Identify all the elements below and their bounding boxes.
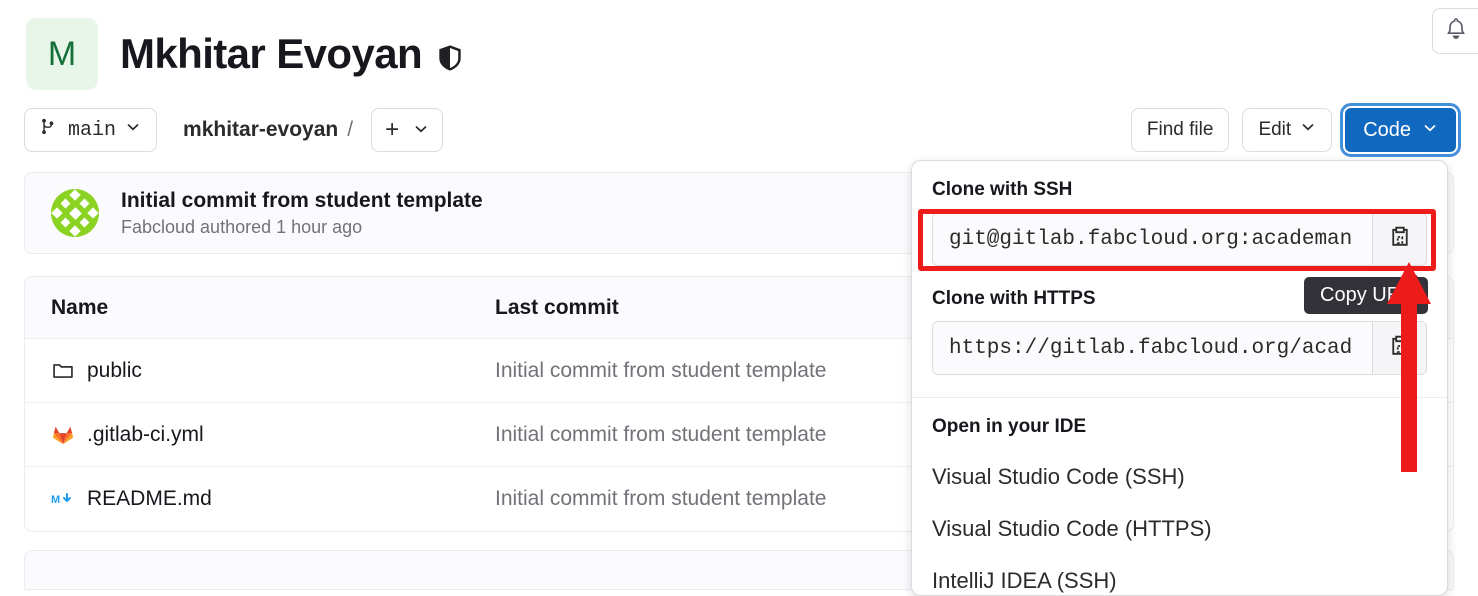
breadcrumb-repo[interactable]: mkhitar-evoyan: [183, 118, 338, 142]
code-label: Code: [1363, 118, 1411, 141]
breadcrumb: mkhitar-evoyan /: [183, 118, 353, 142]
edit-label: Edit: [1258, 119, 1292, 140]
chevron-down-icon: [125, 119, 141, 142]
branch-selector[interactable]: main: [24, 108, 158, 152]
commit-text: Initial commit from student template Fab…: [121, 189, 483, 238]
ssh-url-input[interactable]: git@gitlab.fabcloud.org:academan: [933, 213, 1372, 265]
file-name-cell: public: [25, 359, 495, 383]
edit-button[interactable]: Edit: [1242, 108, 1333, 152]
file-name-label[interactable]: .gitlab-ci.yml: [87, 423, 204, 447]
plus-icon: +: [385, 116, 400, 143]
up-arrow-annotation: [1384, 262, 1434, 477]
ssh-url-row: git@gitlab.fabcloud.org:academan: [932, 212, 1427, 266]
file-name-label[interactable]: README.md: [87, 487, 212, 511]
find-file-button[interactable]: Find file: [1130, 108, 1230, 152]
svg-text:M: M: [51, 494, 60, 506]
column-header-name: Name: [51, 295, 109, 319]
commit-meta: Fabcloud authored 1 hour ago: [121, 216, 363, 237]
identicon-avatar: [51, 189, 99, 237]
https-url-row: https://gitlab.fabcloud.org/acad: [932, 321, 1427, 375]
project-avatar-initial: M: [47, 34, 77, 73]
toolbar-actions: Find file Edit Code: [1130, 103, 1461, 157]
code-dropdown-panel: Clone with SSH git@gitlab.fabcloud.org:a…: [911, 160, 1448, 596]
find-file-label: Find file: [1146, 119, 1214, 140]
bell-icon: [1444, 17, 1468, 46]
ide-item-intellij-ssh[interactable]: IntelliJ IDEA (SSH): [932, 568, 1427, 594]
chevron-down-icon: [1300, 119, 1316, 141]
page-header: M Mkhitar Evoyan: [0, 0, 1478, 90]
commit-message[interactable]: Initial commit from student template: [121, 189, 483, 213]
code-button[interactable]: Code: [1340, 103, 1461, 157]
branch-name: main: [68, 118, 117, 142]
open-in-ide-label: Open in your IDE: [932, 416, 1087, 437]
folder-icon: [51, 359, 75, 383]
copy-ssh-url-button[interactable]: [1372, 213, 1426, 265]
file-name-label[interactable]: public: [87, 359, 142, 383]
dropdown-divider: [912, 397, 1447, 398]
file-name-cell: M README.md: [25, 487, 495, 511]
clone-ssh-label: Clone with SSH: [932, 179, 1073, 200]
markdown-icon: M: [51, 487, 75, 511]
add-to-repo-button[interactable]: +: [371, 108, 444, 152]
page-title: Mkhitar Evoyan: [120, 30, 423, 77]
branch-icon: [40, 117, 59, 143]
repository-page: M Mkhitar Evoyan main mkhitar-evoyan / +…: [0, 0, 1478, 596]
file-name-cell: .gitlab-ci.yml: [25, 423, 495, 447]
ide-item-vscode-ssh[interactable]: Visual Studio Code (SSH): [932, 464, 1427, 490]
breadcrumb-separator: /: [347, 118, 354, 141]
chevron-down-icon: [413, 116, 429, 144]
copy-icon: [1388, 225, 1412, 254]
project-avatar: M: [26, 18, 98, 90]
gitlab-icon: [51, 423, 75, 447]
shield-icon: [436, 43, 464, 73]
https-url-input[interactable]: https://gitlab.fabcloud.org/acad: [933, 322, 1372, 374]
repo-toolbar: main mkhitar-evoyan / + Find file Edit C…: [0, 90, 1478, 157]
chevron-down-icon: [1422, 119, 1438, 142]
notifications-button[interactable]: [1432, 8, 1478, 54]
ide-item-vscode-https[interactable]: Visual Studio Code (HTTPS): [932, 516, 1427, 542]
